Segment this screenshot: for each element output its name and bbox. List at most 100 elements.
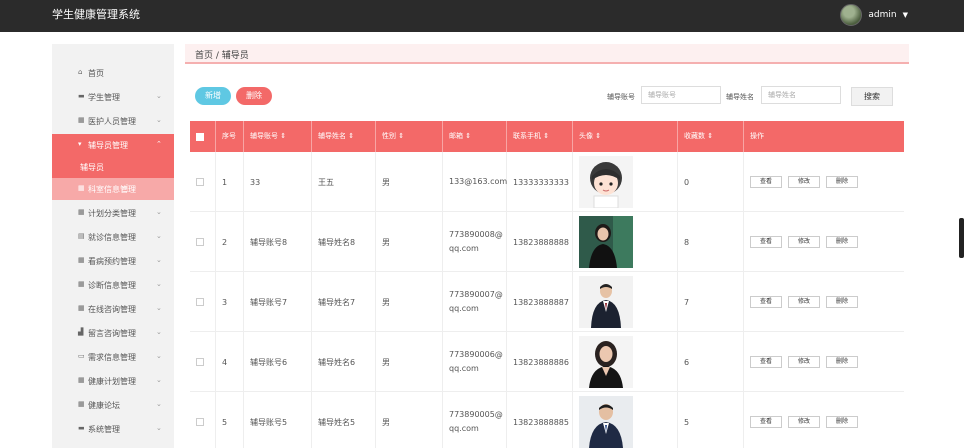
cell-gender: 男 [376, 152, 443, 212]
cell-gender: 男 [376, 392, 443, 448]
col-gender[interactable]: 性别 ⇕ [376, 121, 443, 152]
add-button[interactable]: 新增 [195, 87, 231, 105]
edit-button[interactable]: 修改 [788, 296, 820, 308]
delete-row-button[interactable]: 删除 [826, 236, 858, 248]
user-avatar[interactable] [840, 4, 863, 26]
edit-button[interactable]: 修改 [788, 176, 820, 188]
username-label[interactable]: admin [868, 10, 896, 20]
cell-avatar [573, 152, 678, 212]
view-button[interactable]: 查看 [750, 416, 782, 428]
view-button[interactable]: 查看 [750, 236, 782, 248]
sidebar-item-message-consult[interactable]: ▟ 留言咨询管理 ⌄ [52, 322, 174, 344]
col-phone[interactable]: 联系手机 ⇕ [507, 121, 573, 152]
sidebar-item-label: 辅导员管理 [88, 141, 128, 150]
app-title: 学生健康管理系统 [52, 8, 140, 21]
name-search-input[interactable]: 辅导姓名 [761, 86, 841, 104]
hand-cursor-icon: ☝ [122, 182, 129, 195]
delete-row-button[interactable]: 删除 [826, 296, 858, 308]
table-row: 1 33 王五 男 133@163.com 13333333333 0 查看 修… [190, 152, 904, 212]
view-button[interactable]: 查看 [750, 296, 782, 308]
chevron-down-icon: ⌄ [156, 400, 162, 408]
cell-gender: 男 [376, 272, 443, 332]
view-button[interactable]: 查看 [750, 356, 782, 368]
sidebar-item-home[interactable]: ⌂ 首页 [52, 62, 174, 84]
account-search-input[interactable]: 辅导账号 [641, 86, 721, 104]
col-index: 序号 [216, 121, 244, 152]
row-select-cell[interactable] [190, 272, 216, 332]
sidebar-item-online-consult[interactable]: ▦ 在线咨询管理 ⌄ [52, 298, 174, 320]
sidebar-item-plan-category[interactable]: ▦ 计划分类管理 ⌄ [52, 202, 174, 224]
table-row: 2 辅导账号8 辅导姓名8 男 773890008@qq.com 1382388… [190, 212, 904, 272]
col-name[interactable]: 辅导姓名 ⇕ [312, 121, 376, 152]
delete-button[interactable]: 删除 [236, 87, 272, 105]
search-button[interactable]: 搜索 [851, 87, 893, 106]
cell-favorites: 6 [678, 332, 744, 392]
row-select-cell[interactable] [190, 152, 216, 212]
user-menu[interactable]: admin ▼ [840, 4, 908, 26]
breadcrumb[interactable]: 首页 / 辅导员 [195, 48, 249, 61]
cell-actions: 查看 修改 删除 [744, 332, 904, 392]
delete-row-button[interactable]: 删除 [826, 176, 858, 188]
row-select-cell[interactable] [190, 332, 216, 392]
grid-icon: ▦ [78, 400, 85, 408]
row-select-cell[interactable] [190, 212, 216, 272]
edit-button[interactable]: 修改 [788, 416, 820, 428]
view-button[interactable]: 查看 [750, 176, 782, 188]
table-row: 3 辅导账号7 辅导姓名7 男 773890007@qq.com 1382388… [190, 272, 904, 332]
col-avatar[interactable]: 头像 ⇕ [573, 121, 678, 152]
col-account[interactable]: 辅导账号 ⇕ [244, 121, 312, 152]
cell-actions: 查看 修改 删除 [744, 212, 904, 272]
table-row: 5 辅导账号5 辅导姓名5 男 773890005@qq.com 1382388… [190, 392, 904, 448]
sidebar-item-label: 留言咨询管理 [88, 329, 136, 338]
cell-phone: 13333333333 [507, 152, 573, 212]
select-all-checkbox[interactable] [196, 132, 204, 141]
sidebar-item-demand-info[interactable]: ▭ 需求信息管理 ⌄ [52, 346, 174, 368]
sidebar-item-visit-info[interactable]: ▤ 就诊信息管理 ⌄ [52, 226, 174, 248]
sidebar-item-label: 健康论坛 [88, 401, 120, 410]
delete-row-button[interactable]: 删除 [826, 356, 858, 368]
select-all-cell[interactable] [190, 121, 216, 152]
page-scrollbar[interactable] [959, 218, 964, 258]
edit-button[interactable]: 修改 [788, 356, 820, 368]
row-checkbox[interactable] [196, 298, 204, 306]
sidebar-item-diagnosis[interactable]: ▦ 诊断信息管理 ⌄ [52, 274, 174, 296]
grid-icon: ▦ [78, 280, 85, 288]
clipboard-icon: ▤ [78, 232, 85, 240]
cell-avatar [573, 212, 678, 272]
caret-down-icon[interactable]: ▼ [903, 11, 908, 19]
col-email[interactable]: 邮箱 ⇕ [443, 121, 507, 152]
cell-account: 33 [244, 152, 312, 212]
row-select-cell[interactable] [190, 392, 216, 448]
edit-button[interactable]: 修改 [788, 236, 820, 248]
sidebar-item-appointment[interactable]: ▦ 看病预约管理 ⌄ [52, 250, 174, 272]
col-favorites[interactable]: 收藏数 ⇕ [678, 121, 744, 152]
delete-row-button[interactable]: 删除 [826, 416, 858, 428]
top-bar: 学生健康管理系统 admin ▼ [0, 0, 964, 32]
cartoon-avatar-image [579, 156, 633, 208]
cell-phone: 13823888887 [507, 272, 573, 332]
sidebar-item-system[interactable]: ▬ 系统管理 ⌄ [52, 418, 174, 440]
sidebar-subitem-department[interactable]: ▦ 科室信息管理 ☝ [52, 178, 174, 200]
chevron-down-icon: ⌄ [156, 424, 162, 432]
sidebar-item-health-plan[interactable]: ▦ 健康计划管理 ⌄ [52, 370, 174, 392]
sidebar-item-health-forum[interactable]: ▦ 健康论坛 ⌄ [52, 394, 174, 416]
sidebar-item-students[interactable]: ▬ 学生管理 ⌄ [52, 86, 174, 108]
sidebar-item-counselors[interactable]: ▾ 辅导员管理 ⌃ [52, 134, 174, 156]
sidebar-item-label: 在线咨询管理 [88, 305, 136, 314]
row-checkbox[interactable] [196, 358, 204, 366]
row-checkbox[interactable] [196, 178, 204, 186]
cell-name: 辅导姓名5 [312, 392, 376, 448]
sidebar-subitem-label: 辅导员 [80, 163, 104, 172]
home-icon: ⌂ [78, 68, 83, 76]
sidebar-item-medical-staff[interactable]: ▦ 医护人员管理 ⌄ [52, 110, 174, 132]
name-search-label: 辅导姓名 [726, 93, 754, 101]
sidebar-item-label: 健康计划管理 [88, 377, 136, 386]
row-checkbox[interactable] [196, 238, 204, 246]
row-checkbox[interactable] [196, 418, 204, 426]
chevron-down-icon: ⌄ [156, 304, 162, 312]
bookmark-icon: ▾ [78, 140, 82, 148]
account-search-label: 辅导账号 [607, 93, 635, 101]
sidebar-subitem-counselor[interactable]: 辅导员 [52, 156, 174, 178]
monitor-icon: ▭ [78, 352, 85, 360]
cell-index: 5 [216, 392, 244, 448]
